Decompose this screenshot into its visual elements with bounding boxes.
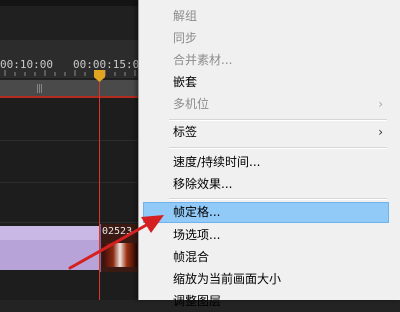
menu-item-label-submenu[interactable]: 标签 › bbox=[143, 122, 389, 143]
menu-item-label: 调整图层 bbox=[173, 294, 222, 308]
menu-item-label: 嵌套 bbox=[173, 75, 198, 89]
menu-item-label: 帧混合 bbox=[173, 250, 210, 264]
menu-item-frame-blending[interactable]: 帧混合 bbox=[143, 247, 389, 268]
menu-item-label: 同步 bbox=[173, 31, 198, 45]
menu-item-label: 速度/持续时间... bbox=[173, 155, 261, 169]
menu-separator bbox=[169, 198, 387, 200]
menu-item-nest[interactable]: 嵌套 bbox=[143, 72, 389, 93]
menu-item-label: 标签 bbox=[173, 125, 198, 139]
menu-item-label: 合并素材... bbox=[173, 53, 233, 67]
menu-item-adjustment-layer[interactable]: 调整图层 bbox=[143, 291, 389, 312]
menu-item-frame-hold[interactable]: 帧定格... bbox=[143, 202, 389, 223]
menu-item-speed-duration[interactable]: 速度/持续时间... bbox=[143, 152, 389, 173]
menu-item-synchronize[interactable]: 同步 bbox=[143, 28, 389, 49]
menu-item-label: 场选项... bbox=[173, 228, 221, 242]
menu-item-label: 移除效果... bbox=[173, 177, 233, 191]
work-area-bar[interactable] bbox=[0, 80, 160, 96]
menu-item-field-options[interactable]: 场选项... bbox=[143, 225, 389, 246]
menu-item-label: 多机位 bbox=[173, 97, 210, 111]
ruler-ticks bbox=[4, 70, 136, 76]
menu-separator bbox=[169, 147, 387, 149]
menu-item-multi-camera[interactable]: 多机位 › bbox=[143, 94, 389, 115]
clip-name-label: 02523 bbox=[102, 226, 133, 237]
menu-item-label: 缩放为当前画面大小 bbox=[173, 272, 282, 286]
track-divider bbox=[0, 222, 160, 223]
work-area-grip-icon[interactable]: ||| bbox=[36, 84, 43, 94]
menu-item-ungroup[interactable]: 解组 bbox=[143, 6, 389, 27]
submenu-arrow-icon: › bbox=[378, 125, 383, 139]
menu-item-remove-effects[interactable]: 移除效果... bbox=[143, 174, 389, 195]
track-divider bbox=[0, 140, 160, 141]
menu-item-scale-to-frame-size[interactable]: 缩放为当前画面大小 bbox=[143, 269, 389, 290]
track-divider bbox=[0, 182, 160, 183]
context-menu: 解组 同步 合并素材... 嵌套 多机位 › 标签 › 速度/持续时间... 移… bbox=[138, 0, 400, 308]
playhead-line[interactable] bbox=[99, 78, 100, 300]
submenu-arrow-icon: › bbox=[378, 97, 383, 111]
timeline-clip-header bbox=[0, 226, 102, 240]
menu-item-merge-clips[interactable]: 合并素材... bbox=[143, 50, 389, 71]
clip-thumbnail bbox=[103, 243, 137, 267]
menu-item-label: 帧定格... bbox=[173, 205, 221, 219]
panel-header-strip bbox=[0, 0, 160, 6]
menu-item-label: 解组 bbox=[173, 9, 198, 23]
menu-separator bbox=[169, 119, 387, 121]
